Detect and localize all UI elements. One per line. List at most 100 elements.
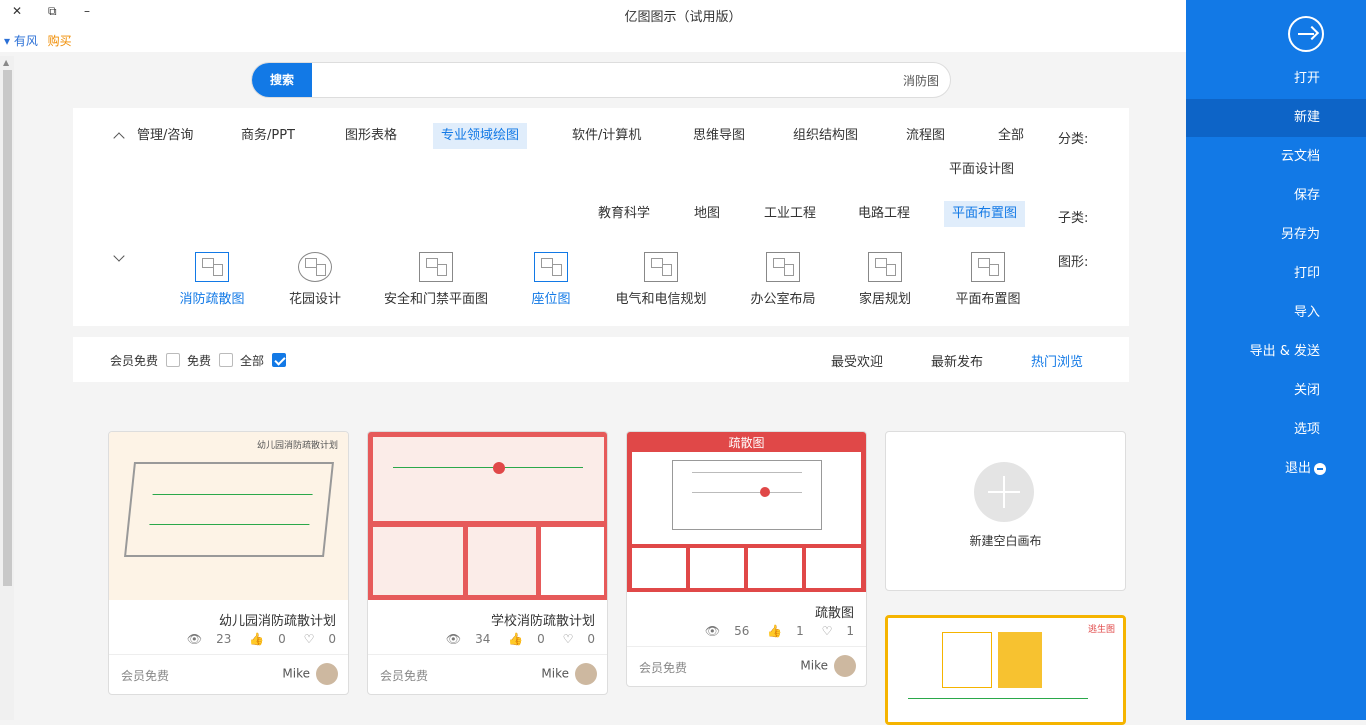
subtype-floor-plan[interactable]: 平面布置图 [944, 201, 1026, 227]
views-icon: 👁 [445, 632, 462, 646]
template-stats: 👁 23 👍 0 ♡ 0 [173, 632, 336, 646]
views-icon: 👁 [186, 632, 203, 646]
new-blank-card[interactable]: 新建空白画布 [885, 431, 1126, 591]
category-professional[interactable]: 专业领域绘图 [433, 123, 528, 149]
category-label: 分类: [1058, 132, 1089, 147]
fire-escape-icon [195, 252, 229, 282]
view-count: 56 [734, 624, 750, 638]
like-icon: 👍 [767, 624, 783, 638]
collapse-chevron-icon[interactable] [113, 132, 125, 144]
category-graphic-design[interactable]: 平面设计图 [941, 157, 1022, 183]
sidebar-item-new[interactable]: 新建 [1186, 99, 1366, 137]
template-card[interactable]: 逃生图 [885, 615, 1126, 725]
subtype-circuit[interactable]: 电路工程 [850, 201, 918, 227]
close-icon[interactable]: ✕ [12, 4, 22, 18]
sidebar-item-exit[interactable]: 退出 [1186, 450, 1366, 488]
category-org-chart[interactable]: 组织结构图 [785, 123, 866, 149]
minimize-icon[interactable]: – [84, 4, 90, 18]
sort-newest[interactable]: 最新发布 [931, 351, 983, 370]
sidebar-item-label: 打开 [1293, 71, 1320, 86]
seating-chart-icon [534, 252, 568, 282]
avatar [834, 655, 856, 677]
template-card[interactable]: 疏散图 疏散图 👁 56 👍 1 ♡ 1 Mike 会员免费 [626, 431, 867, 687]
heart-icon: ♡ [303, 632, 315, 646]
filter-panel: 分类: 全部 流程图 组织结构图 思维导图 软件/计算机 专业领域绘图 图形表格… [73, 108, 1129, 326]
back-arrow-icon[interactable] [1288, 16, 1324, 52]
office-layout-icon [766, 252, 800, 282]
sidebar-item-import[interactable]: 导入 [1186, 294, 1366, 332]
thumbnail-header: 幼儿园消防疏散计划 [256, 441, 338, 451]
expand-chevron-icon[interactable] [113, 250, 125, 262]
search-input[interactable] [314, 63, 939, 97]
scrollbar[interactable]: ▲ [0, 56, 14, 720]
view-count: 23 [216, 632, 232, 646]
sidebar-item-options[interactable]: 选项 [1186, 411, 1366, 449]
shape-security[interactable]: 安全和门禁平面图 [376, 252, 496, 307]
category-business[interactable]: 商务/PPT [233, 123, 303, 149]
category-all[interactable]: 全部 [990, 123, 1032, 149]
sidebar-item-open[interactable]: 打开 [1186, 60, 1366, 98]
category-flowchart[interactable]: 流程图 [898, 123, 953, 149]
search-button[interactable]: 搜索 [252, 63, 312, 97]
subtype-industrial[interactable]: 工业工程 [756, 201, 824, 227]
sidebar-item-label: 另存为 [1280, 227, 1320, 242]
plus-icon [974, 462, 1034, 522]
sidebar-item-label: 新建 [1293, 110, 1320, 125]
category-management[interactable]: 管理/咨询 [129, 123, 201, 149]
subtype-map[interactable]: 地图 [686, 201, 728, 227]
new-blank-label: 新建空白画布 [969, 534, 1042, 548]
price-tag: 会员免费 [121, 669, 170, 683]
search-bar: 搜索 [251, 62, 951, 98]
shape-floor-plan[interactable]: 平面布置图 [928, 252, 1048, 307]
floor-plan-image [373, 437, 604, 521]
template-card[interactable]: 学校消防疏散计划 👁 34 👍 0 ♡ 0 Mike 会员免费 [367, 431, 608, 695]
floor-plan-image [124, 462, 334, 557]
scrollbar-thumb[interactable] [3, 70, 12, 586]
exit-icon [1314, 463, 1326, 475]
checkbox-member-free[interactable] [166, 353, 180, 367]
template-thumbnail [368, 432, 607, 600]
sidebar-item-close[interactable]: 关闭 [1186, 372, 1366, 410]
category-software[interactable]: 软件/计算机 [564, 123, 649, 149]
subtype-label: 子类: [1058, 211, 1089, 226]
security-plan-icon [419, 252, 453, 282]
subtype-education[interactable]: 教育科学 [590, 201, 658, 227]
template-stats: 👁 56 👍 1 ♡ 1 [691, 624, 854, 638]
author: Mike [282, 663, 338, 685]
restore-icon[interactable]: ⧉ [48, 4, 57, 19]
thumbnail-header: 疏散图 [728, 436, 765, 450]
shape-office-layout[interactable]: 办公室布局 [723, 252, 843, 307]
backstage-sidebar: 打开 新建 云文档 保存 另存为 打印 导入 导出 & 发送 关闭 选项 退出 [1186, 0, 1366, 720]
sort-hot[interactable]: 热门浏览 [1031, 351, 1083, 370]
heart-icon: ♡ [562, 632, 574, 646]
shape-home-plan[interactable]: 家居规划 [825, 252, 945, 307]
checkbox-all[interactable] [272, 353, 286, 367]
shape-fire-escape[interactable]: 消防疏散图 [152, 252, 272, 307]
template-title: 学校消防疏散计划 [490, 614, 595, 629]
title-bar: 亿图图示（试用版） ✕ ⧉ – ▾ 有风 购买 [0, 0, 1186, 52]
buy-link[interactable]: 购买 [48, 34, 72, 48]
sidebar-item-label: 云文档 [1280, 149, 1320, 164]
shape-electrical[interactable]: 电气和电信规划 [601, 252, 721, 307]
category-charts[interactable]: 图形表格 [337, 123, 405, 149]
style-menu[interactable]: ▾ 有风 [4, 34, 38, 48]
avatar [316, 663, 338, 685]
like-count: 0 [537, 632, 545, 646]
sidebar-item-export[interactable]: 导出 & 发送 [1186, 333, 1366, 371]
view-count: 34 [475, 632, 491, 646]
sidebar-item-save[interactable]: 保存 [1186, 177, 1366, 215]
sidebar-item-save-as[interactable]: 另存为 [1186, 216, 1366, 254]
sidebar-item-label: 选项 [1293, 422, 1320, 437]
shape-garden[interactable]: 花园设计 [255, 252, 375, 307]
template-card[interactable]: 幼儿园消防疏散计划 幼儿园消防疏散计划 👁 23 👍 0 ♡ 0 Mike 会员免费 [108, 431, 349, 695]
price-tag: 会员免费 [380, 669, 429, 683]
checkbox-free[interactable] [219, 353, 233, 367]
shape-seating[interactable]: 座位图 [491, 252, 611, 307]
category-mindmap[interactable]: 思维导图 [685, 123, 753, 149]
sidebar-item-cloud[interactable]: 云文档 [1186, 138, 1366, 176]
views-icon: 👁 [704, 624, 721, 638]
sort-popular[interactable]: 最受欢迎 [831, 351, 883, 370]
scroll-up-icon[interactable]: ▲ [3, 58, 9, 67]
sidebar-item-print[interactable]: 打印 [1186, 255, 1366, 293]
heart-icon: ♡ [821, 624, 833, 638]
